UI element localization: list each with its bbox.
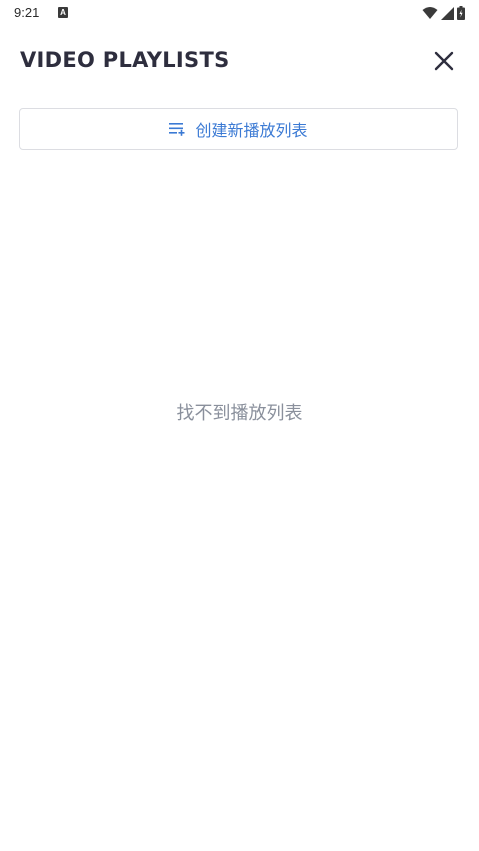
create-playlist-button[interactable]: 创建新播放列表 [19, 108, 458, 150]
close-icon [434, 51, 454, 71]
page-title: VIDEO PLAYLISTS [20, 48, 230, 72]
notification-badge: A [58, 7, 68, 18]
create-playlist-label: 创建新播放列表 [195, 121, 308, 140]
status-time: 9:21 [14, 5, 40, 20]
wifi-icon [422, 7, 438, 19]
battery-icon [457, 6, 465, 20]
header: VIDEO PLAYLISTS [20, 44, 459, 78]
empty-state-message: 找不到播放列表 [176, 403, 303, 424]
status-bar: 9:21 A [0, 0, 479, 26]
status-icons [422, 5, 465, 21]
signal-icon [441, 6, 454, 20]
playlist-add-icon [169, 123, 185, 136]
close-button[interactable] [429, 46, 459, 76]
